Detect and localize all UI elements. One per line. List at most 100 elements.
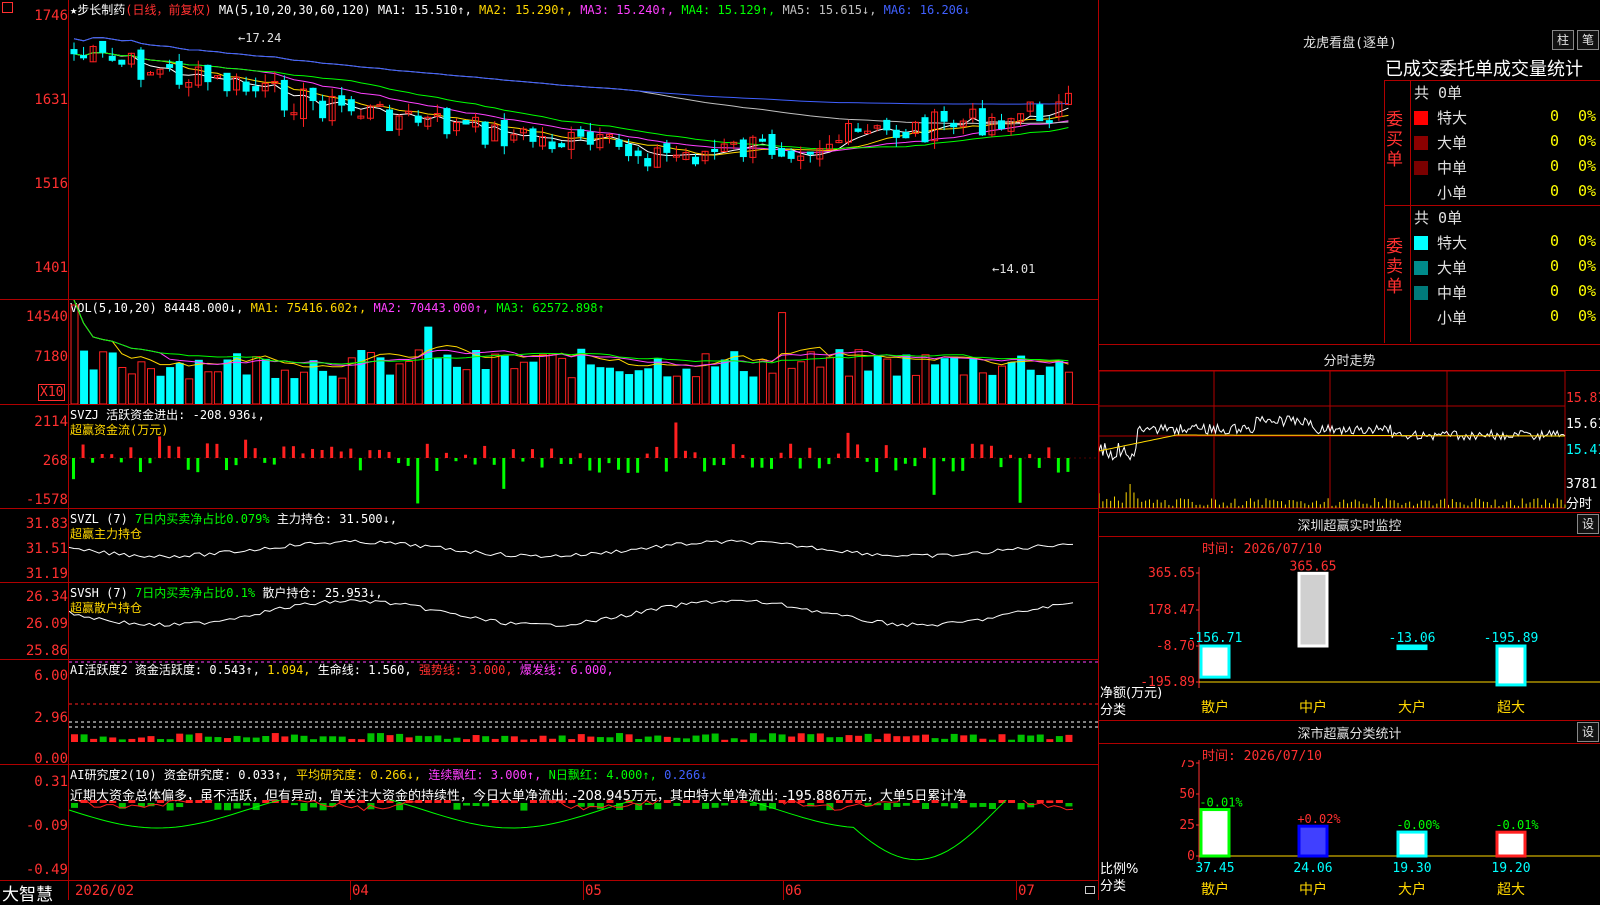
lhb-row-pct: 0% [1578,257,1597,275]
y-tick: 25 [1179,818,1195,833]
flow-bar [244,439,248,458]
vol-tick: 7180 [34,349,68,365]
candle [529,128,537,142]
active-bar [960,735,968,742]
flow-bar [865,458,869,462]
volume-bar [529,361,538,404]
flow-bar [750,458,754,468]
flow-bar [119,458,123,463]
active-bar [816,733,824,742]
volume-bar [778,312,787,404]
ai-research-chart[interactable] [69,800,1098,880]
research-bar [893,803,901,807]
research-bar [424,800,432,803]
retail-holding-line[interactable] [69,583,1098,659]
active-bar [606,737,614,742]
flow-bar [569,458,573,465]
volume-bar [567,377,576,404]
volume-bar [328,375,337,404]
flow-bar [731,444,735,458]
active-bar [329,736,337,742]
lhb-subtitle: 已成交委托单成交量统计 [1385,59,1583,80]
volume-bar [319,370,328,404]
category-bar [1495,644,1527,687]
sz-monitor-settings-button[interactable]: 设 [1577,514,1599,534]
volume-bar [299,371,308,404]
lhb-row-label: 大单 [1437,134,1468,152]
volume-bar [185,378,194,404]
y-tick: -195.89 [1140,675,1195,690]
lhb-row-pct: 0% [1578,107,1597,125]
category-label: 超大 [1497,882,1525,898]
research-bar [902,803,910,806]
active-bar [71,734,78,742]
ai-active-chart[interactable] [69,660,1098,764]
active-bar [788,736,796,742]
candle [204,64,212,83]
volume-bar [911,374,920,404]
volume-bar [749,376,758,404]
flow-bar [387,451,391,458]
candlestick-chart[interactable] [69,14,1098,299]
flow-bar [559,458,563,464]
candle [500,120,508,147]
volume-bar [491,353,500,404]
candle [577,129,585,137]
intraday-price [1099,415,1566,461]
active-bar [520,739,528,742]
candle [711,148,719,152]
candle [108,55,116,61]
research-bar [845,800,853,803]
sz-monitor-chart[interactable]: 365.65178.47-8.70-195.89-156.71365.65-13… [1099,555,1600,720]
fenshi-tick: 15.61 [1566,417,1600,432]
volume-bar [845,375,854,404]
volume-bar [452,366,461,404]
flow-bar [961,458,965,471]
price-tick: 1516 [34,176,68,192]
flow-bar [464,454,468,458]
bar-value: -195.89 [1484,631,1539,646]
volume-bar [978,372,987,404]
sz-class-chart[interactable]: 75 50 25 037.45 24.06 19.30 19.20 散户 中户 大户 超大 -0.01… [1099,760,1600,900]
svzj-tick: 2114 [34,414,68,430]
volume-bar [99,351,108,404]
lock-icon[interactable] [1085,886,1095,894]
divider [0,764,1098,765]
date-divider [783,880,784,900]
candle [80,55,88,59]
research-bar [1046,800,1054,803]
volume-bars[interactable] [69,300,1098,404]
divider [0,880,1098,881]
active-bar [663,736,671,742]
research-bar [568,800,576,803]
sz-class-settings-button[interactable]: 设 [1577,722,1599,742]
lhb-row-pct: 0% [1578,282,1597,300]
research-bar [99,800,107,803]
tick-mode-button[interactable]: 笔 [1577,30,1599,50]
active-bar [367,733,375,742]
research-bar [1008,800,1016,803]
candle [166,64,174,68]
volume-bar [864,370,873,404]
fund-flow-bars[interactable] [69,405,1098,508]
intraday-chart[interactable] [1099,371,1600,509]
bar-mode-button[interactable]: 柱 [1552,30,1574,50]
lhb-row-pct: 0% [1578,182,1597,200]
flow-bar [339,451,343,458]
flow-bar [397,458,401,464]
main-holding-line[interactable] [69,509,1098,582]
flow-bar [234,458,238,466]
active-bar [463,739,471,742]
candle [1036,104,1044,122]
research-bar [1055,800,1063,803]
research-bar [157,800,165,803]
volume-bar [433,358,442,404]
active-bar [749,733,757,742]
active-bar [1046,739,1054,742]
price-tick: 1631 [34,92,68,108]
category-bar [1396,830,1428,858]
flow-bar [301,453,305,458]
active-bar [453,737,461,742]
category-bar [1199,644,1231,679]
date-tick: 07 [1018,883,1035,899]
